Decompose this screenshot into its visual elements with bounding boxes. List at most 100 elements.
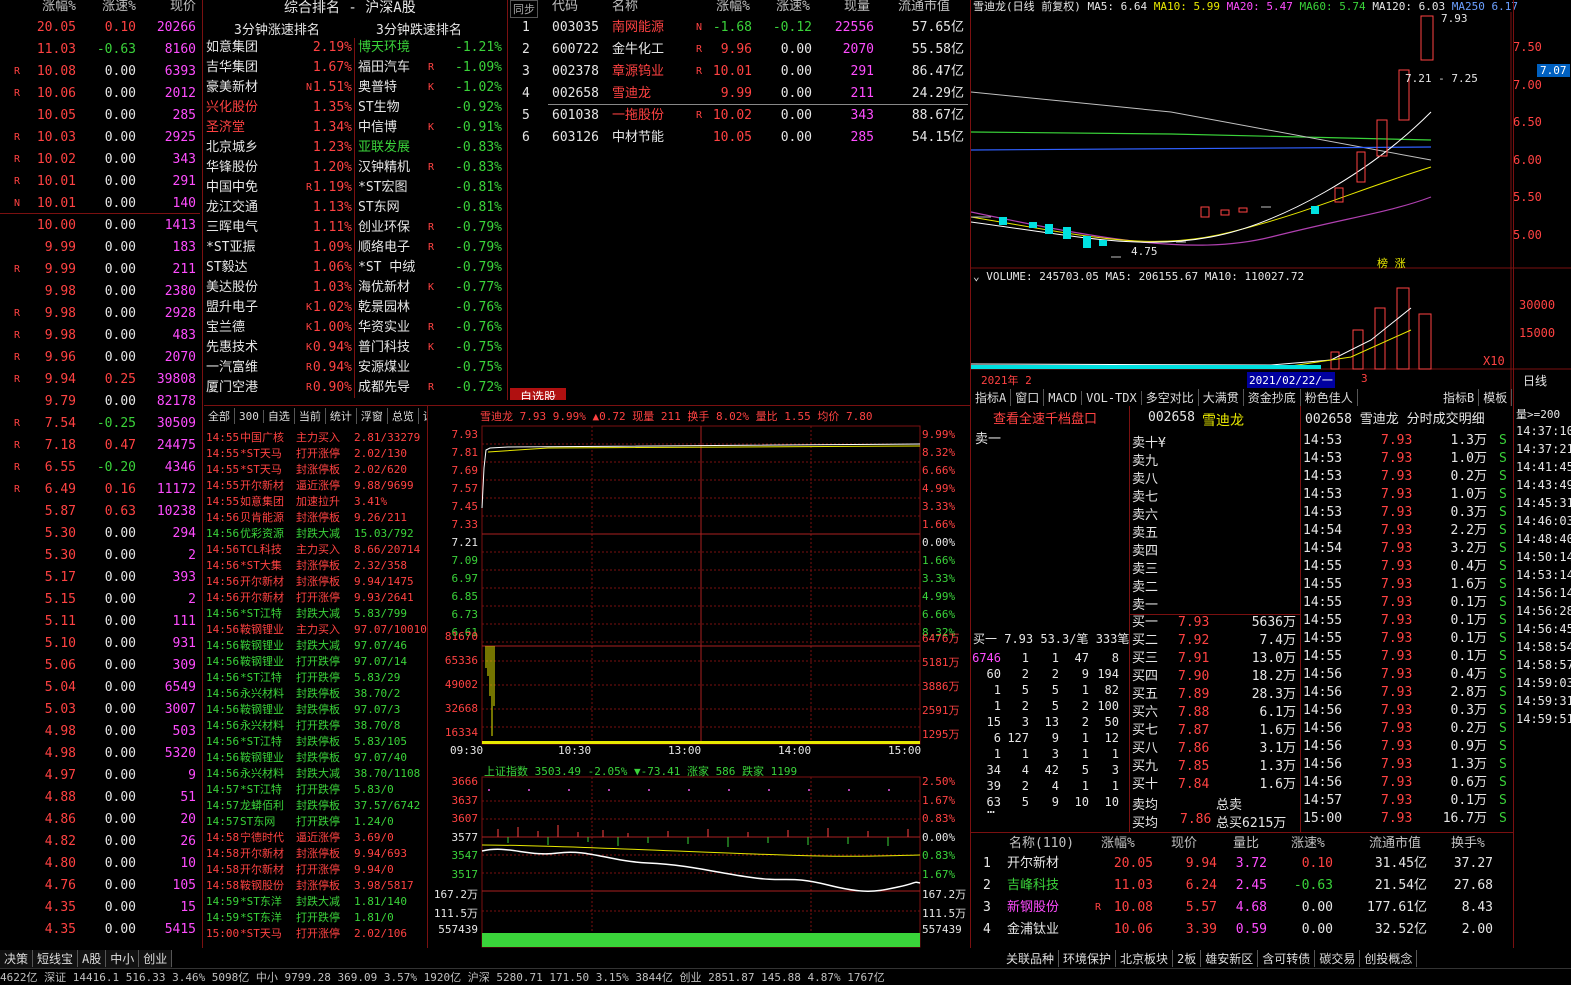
sector-header-col[interactable]: 换手% (1451, 834, 1485, 854)
sector-tab[interactable]: 碳交易 (1315, 950, 1361, 967)
stock-row[interactable]: R 6.55 -0.20 4346 (0, 458, 200, 478)
buy-level-row[interactable]: 买七 7.87 1.6万 (1130, 722, 1300, 740)
stock-row[interactable]: 9.79 0.00 82178 (0, 392, 200, 412)
indicator-tab-right[interactable]: 模板 (1479, 389, 1513, 406)
stock-row[interactable]: 9.98 0.00 2380 (0, 282, 200, 302)
stock-row[interactable]: N 10.01 0.00 140 (0, 194, 200, 214)
ticker-row[interactable]: 14:55 开尔新材 逼近涨停 9.88/9699 (204, 478, 427, 494)
ticker-row[interactable]: 14:55 *ST天马 封涨停板 2.02/620 (204, 462, 427, 478)
bottom-tab[interactable]: A股 (78, 950, 107, 967)
rank-down-row[interactable]: 海优新材 K -0.77% (356, 278, 506, 298)
rank-up-row[interactable]: 中国中免 R 1.19% (204, 178, 354, 198)
rank-down-row[interactable]: 华资实业 R -0.76% (356, 318, 506, 338)
rank-down-row[interactable]: 汉钟精机 R -0.83% (356, 158, 506, 178)
stock-row[interactable]: R 9.96 0.00 2070 (0, 348, 200, 368)
kline-chart[interactable] (971, 12, 1571, 406)
buy-level-row[interactable]: 买五 7.89 28.3万 (1130, 686, 1300, 704)
ticker-row[interactable]: 14:56 鞍钢锂业 封跌停板 97.07/40 (204, 750, 427, 766)
indicator-tab[interactable]: MACD (1044, 391, 1083, 405)
indicator-tab[interactable]: 粉色佳人 (1301, 389, 1358, 406)
stock-row[interactable]: R 10.06 0.00 2012 (0, 84, 200, 104)
rank-up-row[interactable]: ST毅达 1.06% (204, 258, 354, 278)
ticker-row[interactable]: 14:59 *ST东洋 打开跌停 1.81/0 (204, 910, 427, 926)
ticker-tab[interactable]: 统计 (326, 408, 357, 424)
rank-down-row[interactable]: 普门科技 K -0.75% (356, 338, 506, 358)
watchlist-row[interactable]: 5 601038 一拖股份 R 10.02 0.00 343 88.67亿 (508, 106, 970, 126)
rank-up-row[interactable]: 圣济堂 1.34% (204, 118, 354, 138)
sector-tab[interactable]: 2板 (1173, 950, 1202, 967)
full-depth-link[interactable]: 查看全速千档盘口 (993, 408, 1097, 427)
queue-more[interactable]: … (987, 802, 995, 817)
rank-down-row[interactable]: 安源煤业 -0.75% (356, 358, 506, 378)
buy-level-row[interactable]: 买二 7.92 7.4万 (1130, 632, 1300, 650)
rank-down-row[interactable]: *ST宏图 -0.81% (356, 178, 506, 198)
ticker-row[interactable]: 14:56 永兴材料 封跌停板 38.70/2 (204, 686, 427, 702)
rank-down-row[interactable]: 福田汽车 R -1.09% (356, 58, 506, 78)
watchlist-header-col[interactable]: 现量 (808, 0, 870, 17)
sector-tab[interactable]: 雄安新区 (1201, 950, 1259, 967)
ticker-row[interactable]: 14:56 TCL科技 主力买入 8.66/20714 (204, 542, 427, 558)
rank-up-row[interactable]: 龙江交通 1.13% (204, 198, 354, 218)
stock-row[interactable]: R 10.01 0.00 291 (0, 172, 200, 192)
ticker-row[interactable]: 14:58 宁德时代 逼近涨停 3.69/0 (204, 830, 427, 846)
ticker-row[interactable]: 14:57 *ST江特 打开跌停 5.83/0 (204, 782, 427, 798)
rank-up-row[interactable]: 北京城乡 1.23% (204, 138, 354, 158)
queue-row[interactable]: 39 2 4 1 1 (971, 778, 1129, 794)
ticker-row[interactable]: 14:55 如意集团 加速拉升 3.41% (204, 494, 427, 510)
stock-row[interactable]: 10.00 0.00 1413 (0, 216, 200, 236)
ticker-tab[interactable]: 浮窗 (357, 408, 388, 424)
stock-row[interactable]: 5.04 0.00 6549 (0, 678, 200, 698)
sector-header-col[interactable]: 量比 (1233, 834, 1259, 854)
stock-row[interactable]: 4.98 0.00 503 (0, 722, 200, 742)
rank-down-row[interactable]: 顺络电子 R -0.79% (356, 238, 506, 258)
stock-row[interactable]: 4.82 0.00 26 (0, 832, 200, 852)
rank-up-row[interactable]: 宝兰德 K 1.00% (204, 318, 354, 338)
stock-row[interactable]: 4.35 0.00 15 (0, 898, 200, 918)
stock-row[interactable]: 5.06 0.00 309 (0, 656, 200, 676)
watchlist-header-col[interactable]: 涨幅% (688, 0, 750, 17)
stock-row[interactable]: R 9.98 0.00 2928 (0, 304, 200, 324)
queue-row[interactable]: 1 2 5 2 100 (971, 698, 1129, 714)
ticker-row[interactable]: 14:56 优彩资源 封跌大减 15.03/792 (204, 526, 427, 542)
rank-up-row[interactable]: 如意集团 2.19% (204, 38, 354, 58)
ticker-row[interactable]: 14:55 中国广核 主力买入 2.81/33279 (204, 430, 427, 446)
stock-row[interactable]: 5.10 0.00 931 (0, 634, 200, 654)
watchlist-row[interactable]: 2 600722 金牛化工 R 9.96 0.00 2070 55.58亿 (508, 40, 970, 60)
stock-row[interactable]: R 9.94 0.25 39808 (0, 370, 200, 390)
rank-up-row[interactable]: 盟升电子 K 1.02% (204, 298, 354, 318)
indicator-tab[interactable]: 多空对比 (1142, 389, 1199, 406)
stock-row[interactable]: R 7.18 0.47 24475 (0, 436, 200, 456)
rank-down-row[interactable]: 亚联发展 -0.83% (356, 138, 506, 158)
stock-row[interactable]: 4.97 0.00 9 (0, 766, 200, 786)
ticker-tab[interactable]: 300 (235, 410, 264, 423)
buy-level-row[interactable]: 买十 7.84 1.6万 (1130, 776, 1300, 794)
ticker-row[interactable]: 14:56 鞍钢锂业 封跌大减 97.07/46 (204, 638, 427, 654)
sector-row[interactable]: 1 开尔新材 20.05 9.94 3.72 0.10 31.45亿 37.27 (971, 854, 1513, 874)
stock-row[interactable]: 5.11 0.00 111 (0, 612, 200, 632)
ticker-row[interactable]: 14:56 *ST江特 封跌停板 5.83/105 (204, 734, 427, 750)
bottom-tab[interactable]: 中小 (106, 950, 140, 967)
watchlist-row[interactable]: 4 002658 雪迪龙 9.99 0.00 211 24.29亿 (508, 84, 970, 104)
queue-row[interactable]: 34 4 42 5 3 (971, 762, 1129, 778)
stock-row[interactable]: R 10.08 0.00 6393 (0, 62, 200, 82)
stock-row[interactable]: 5.30 0.00 294 (0, 524, 200, 544)
header-change-pct[interactable]: 涨幅% (20, 0, 76, 17)
ticker-row[interactable]: 14:58 开尔新材 封涨停板 9.94/693 (204, 846, 427, 862)
sector-tab[interactable]: 环境保护 (1059, 950, 1117, 967)
queue-row[interactable]: 6 127 9 1 12 (971, 730, 1129, 746)
rank-down-title[interactable]: 3分钟跌速排名 (376, 19, 462, 38)
buy-level-row[interactable]: 买一 7.93 5636万 (1130, 614, 1300, 632)
sector-header-col[interactable]: 现价 (1171, 834, 1197, 854)
rank-down-row[interactable]: ST东网 -0.81% (356, 198, 506, 218)
ticker-row[interactable]: 14:56 永兴材料 打开跌停 38.70/8 (204, 718, 427, 734)
queue-row[interactable]: 60 2 2 9 194 (971, 666, 1129, 682)
indicator-tab[interactable]: 资金抄底 (1244, 389, 1301, 406)
rank-down-row[interactable]: 创业环保 R -0.79% (356, 218, 506, 238)
buy-level-row[interactable]: 买八 7.86 3.1万 (1130, 740, 1300, 758)
stock-row[interactable]: 4.35 0.00 5415 (0, 920, 200, 940)
indicator-tab-right[interactable]: 指标B (1439, 389, 1480, 406)
stock-row[interactable]: 11.03 -0.63 8160 (0, 40, 200, 60)
stock-row[interactable]: 4.76 0.00 105 (0, 876, 200, 896)
sector-tab[interactable]: 北京板块 (1116, 950, 1174, 967)
volume-filter[interactable]: 量>=200 (1516, 406, 1560, 422)
